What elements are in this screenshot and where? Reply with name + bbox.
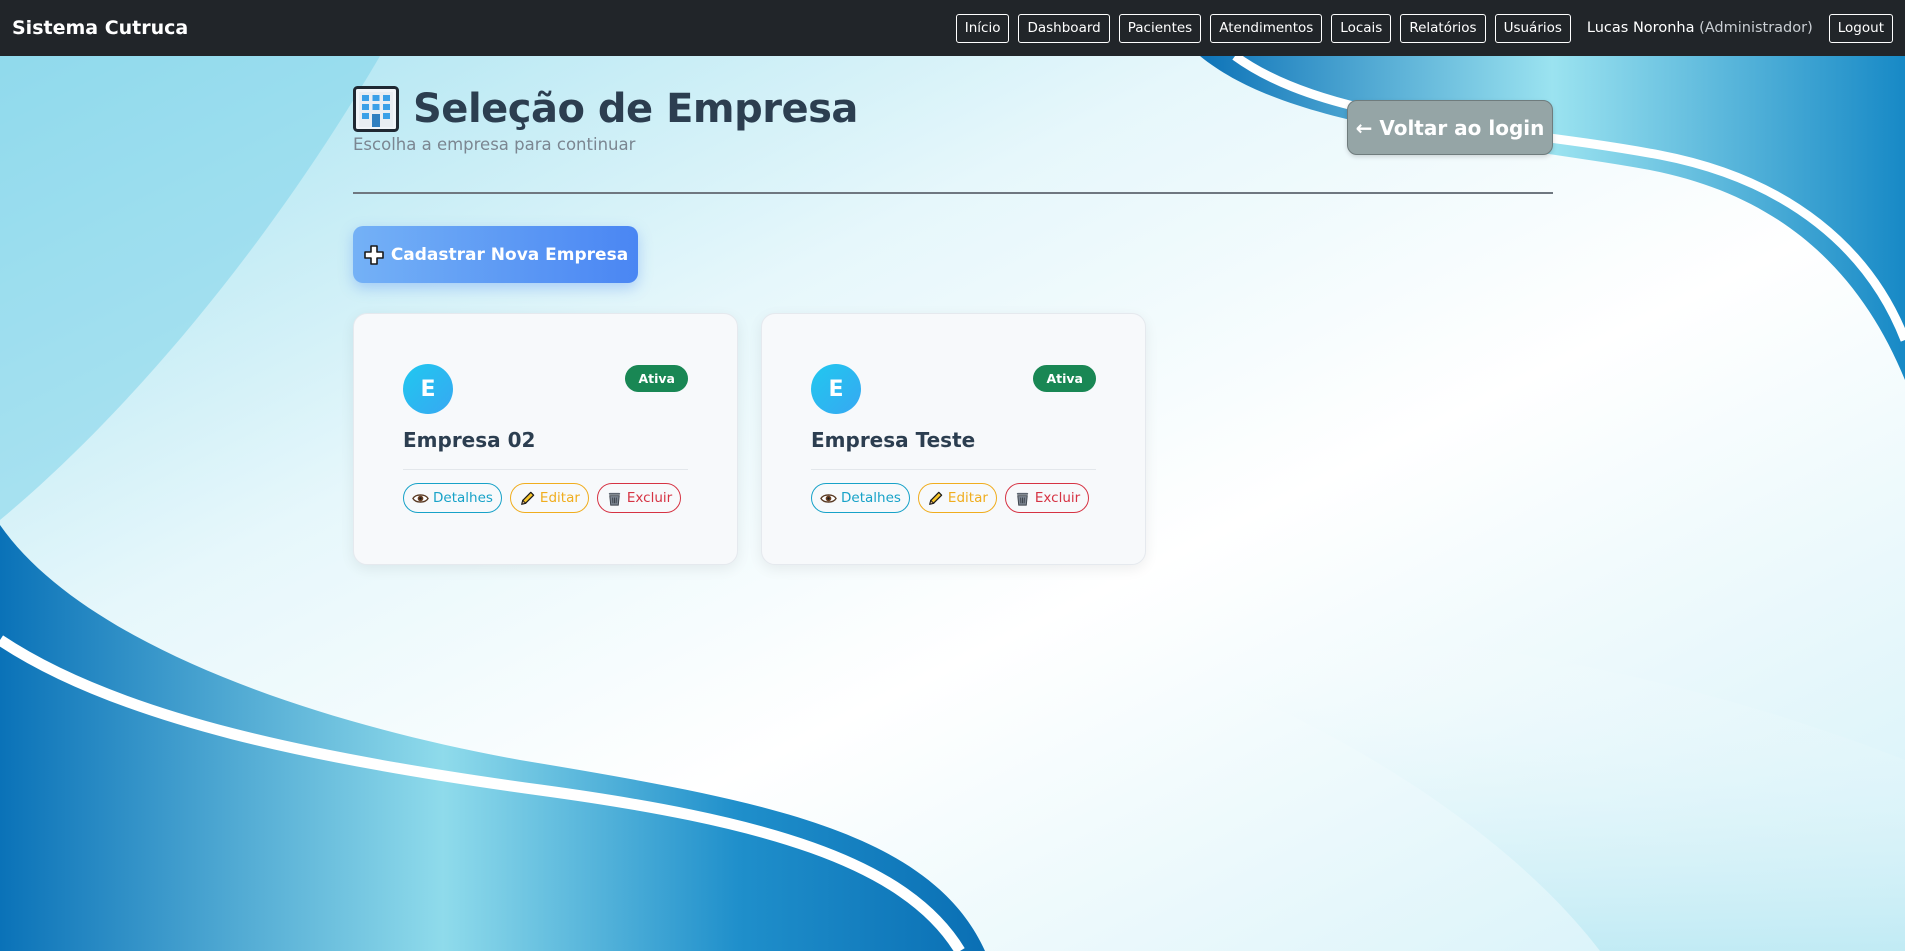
company-name: Empresa 02	[403, 428, 536, 452]
company-card[interactable]: E Ativa Empresa 02 Detalhes Editar Exclu…	[353, 313, 738, 565]
status-badge: Ativa	[1033, 365, 1096, 392]
edit-button[interactable]: Editar	[509, 483, 589, 513]
current-user: Lucas Noronha (Administrador)	[1587, 20, 1813, 36]
logout-button[interactable]: Logout	[1828, 13, 1893, 43]
card-actions: Detalhes Editar Excluir	[403, 483, 689, 513]
details-button[interactable]: Detalhes	[403, 483, 502, 513]
company-name: Empresa Teste	[811, 428, 976, 452]
nav-links: Início Dashboard Pacientes Atendimentos …	[947, 13, 1893, 43]
nav-link-inicio[interactable]: Início	[955, 13, 1010, 43]
pencil-icon	[521, 491, 535, 505]
edit-button[interactable]: Editar	[917, 483, 997, 513]
nav-link-usuarios[interactable]: Usuários	[1494, 13, 1571, 43]
delete-button[interactable]: Excluir	[596, 483, 682, 513]
back-to-login-button[interactable]: ← Voltar ao login	[1347, 100, 1553, 155]
trash-icon	[1016, 492, 1029, 506]
delete-button[interactable]: Excluir	[1004, 483, 1090, 513]
trash-icon	[608, 492, 621, 506]
nav-link-pacientes[interactable]: Pacientes	[1118, 13, 1202, 43]
edit-label: Editar	[539, 490, 580, 506]
company-card[interactable]: E Ativa Empresa Teste Detalhes Editar Ex…	[761, 313, 1146, 565]
add-company-button[interactable]: Cadastrar Nova Empresa	[353, 226, 638, 283]
top-navbar: Sistema Cutruca Início Dashboard Pacient…	[0, 0, 1905, 56]
nav-link-relatorios[interactable]: Relatórios	[1400, 13, 1486, 43]
details-label: Detalhes	[433, 490, 493, 506]
user-role: (Administrador)	[1699, 20, 1813, 36]
company-list: E Ativa Empresa 02 Detalhes Editar Exclu…	[353, 313, 1169, 565]
company-avatar: E	[811, 364, 861, 414]
card-divider	[811, 469, 1096, 470]
nav-link-dashboard[interactable]: Dashboard	[1018, 13, 1110, 43]
brand-link[interactable]: Sistema Cutruca	[12, 17, 188, 39]
details-button[interactable]: Detalhes	[811, 483, 910, 513]
page-title: Seleção de Empresa	[413, 86, 858, 132]
nav-link-atendimentos[interactable]: Atendimentos	[1210, 13, 1323, 43]
add-company-label: Cadastrar Nova Empresa	[390, 244, 629, 265]
delete-label: Excluir	[1034, 490, 1081, 506]
card-divider	[403, 469, 688, 470]
eye-icon	[820, 493, 837, 503]
card-actions: Detalhes Editar Excluir	[811, 483, 1097, 513]
page-subtitle: Escolha a empresa para continuar	[353, 135, 636, 154]
delete-label: Excluir	[626, 490, 673, 506]
eye-icon	[412, 493, 429, 503]
pencil-icon	[929, 491, 943, 505]
main-content: Seleção de Empresa Escolha a empresa par…	[353, 56, 1553, 565]
page-header: Seleção de Empresa Escolha a empresa par…	[353, 56, 1553, 194]
details-label: Detalhes	[841, 490, 901, 506]
nav-link-locais[interactable]: Locais	[1331, 13, 1392, 43]
title-row: Seleção de Empresa	[353, 86, 858, 132]
office-building-icon	[353, 86, 399, 132]
company-avatar: E	[403, 364, 453, 414]
status-badge: Ativa	[625, 365, 688, 392]
plus-icon	[364, 244, 384, 265]
user-name: Lucas Noronha	[1586, 20, 1695, 36]
edit-label: Editar	[947, 490, 988, 506]
